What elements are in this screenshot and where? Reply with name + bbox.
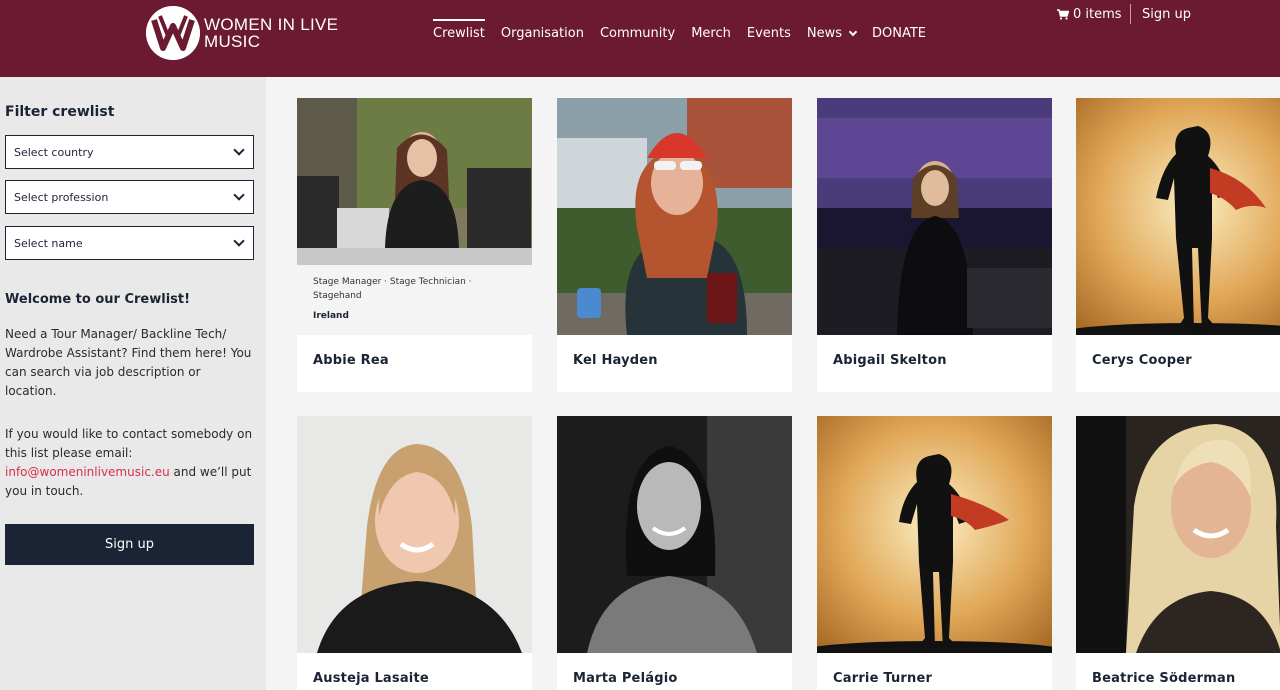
filter-sidebar: Filter crewlist Select country Select pr… bbox=[0, 77, 266, 690]
cart-icon bbox=[1057, 9, 1069, 20]
crew-photo bbox=[817, 98, 1052, 335]
country-select[interactable]: Select country bbox=[5, 135, 254, 169]
nav-donate[interactable]: DONATE bbox=[872, 26, 926, 41]
wilm-logo-icon bbox=[146, 6, 200, 60]
cart-link[interactable]: 0 items bbox=[1057, 7, 1122, 22]
crew-card[interactable]: Austeja Lasaite bbox=[297, 416, 532, 690]
crew-photo bbox=[557, 98, 792, 335]
nav-organisation[interactable]: Organisation bbox=[501, 26, 584, 41]
crew-name: Austeja Lasaite bbox=[313, 671, 429, 686]
nav-merch[interactable]: Merch bbox=[691, 26, 731, 41]
crew-card[interactable]: Abigail Skelton bbox=[817, 98, 1052, 392]
crew-photo bbox=[297, 416, 532, 653]
crew-name: Abbie Rea bbox=[313, 353, 389, 368]
crew-card[interactable]: Beatrice Söderman bbox=[1076, 416, 1280, 690]
chevron-down-icon bbox=[233, 144, 245, 156]
crew-name: Kel Hayden bbox=[573, 353, 658, 368]
nav-events[interactable]: Events bbox=[747, 26, 791, 41]
crew-photo bbox=[817, 416, 1052, 653]
contact-text-before: If you would like to contact somebody on… bbox=[5, 427, 253, 460]
crew-card[interactable]: Kel Hayden bbox=[557, 98, 792, 392]
chevron-down-icon bbox=[233, 235, 245, 247]
chevron-down-icon bbox=[233, 189, 245, 201]
chevron-down-icon bbox=[848, 27, 858, 37]
crew-name: Marta Pelágio bbox=[573, 671, 678, 686]
crew-overlay: Stage Manager · Stage Technician · Stage… bbox=[297, 265, 532, 335]
name-select[interactable]: Select name bbox=[5, 226, 254, 260]
profession-select-value: Select profession bbox=[14, 190, 109, 204]
crew-roles: Stage Manager · Stage Technician · Stage… bbox=[313, 277, 472, 301]
crew-name: Abigail Skelton bbox=[833, 353, 947, 368]
site-header: WOMEN IN LIVE MUSIC Crewlist Organisatio… bbox=[0, 0, 1280, 77]
crew-photo bbox=[1076, 416, 1280, 653]
header-divider bbox=[1130, 4, 1131, 24]
nav-news-label: News bbox=[806, 26, 843, 41]
crew-photo bbox=[557, 416, 792, 653]
crew-name: Beatrice Söderman bbox=[1092, 671, 1236, 686]
crew-name: Cerys Cooper bbox=[1092, 353, 1192, 368]
profession-select[interactable]: Select profession bbox=[5, 180, 254, 214]
crew-photo bbox=[1076, 98, 1280, 335]
cart-count: 0 items bbox=[1073, 7, 1122, 22]
crew-card[interactable]: Cerys Cooper bbox=[1076, 98, 1280, 392]
crew-card[interactable]: Marta Pelágio bbox=[557, 416, 792, 690]
brand-line2: MUSIC bbox=[204, 32, 261, 51]
crew-card[interactable]: Carrie Turner bbox=[817, 416, 1052, 690]
header-signup-link[interactable]: Sign up bbox=[1142, 7, 1191, 22]
contact-email-link[interactable]: info@womeninlivemusic.eu bbox=[5, 465, 170, 479]
nav-news[interactable]: News bbox=[806, 26, 858, 41]
name-select-value: Select name bbox=[14, 236, 83, 250]
brand-name: WOMEN IN LIVE MUSIC bbox=[204, 16, 338, 50]
main-nav: Crewlist Organisation Community Merch Ev… bbox=[433, 19, 942, 41]
crew-name: Carrie Turner bbox=[833, 671, 933, 686]
nav-crewlist[interactable]: Crewlist bbox=[433, 19, 485, 41]
brand-logo[interactable]: WOMEN IN LIVE MUSIC bbox=[146, 6, 338, 60]
filter-title: Filter crewlist bbox=[5, 104, 115, 120]
intro-text: Need a Tour Manager/ Backline Tech/ Ward… bbox=[5, 327, 252, 398]
signup-button[interactable]: Sign up bbox=[5, 524, 254, 565]
welcome-heading: Welcome to our Crewlist! bbox=[5, 292, 191, 307]
crew-country: Ireland bbox=[313, 311, 349, 321]
brand-line1: WOMEN IN LIVE bbox=[204, 15, 339, 34]
crew-card[interactable]: Stage Manager · Stage Technician · Stage… bbox=[297, 98, 532, 392]
country-select-value: Select country bbox=[14, 145, 94, 159]
contact-text: If you would like to contact somebody on… bbox=[5, 425, 255, 501]
nav-community[interactable]: Community bbox=[600, 26, 675, 41]
